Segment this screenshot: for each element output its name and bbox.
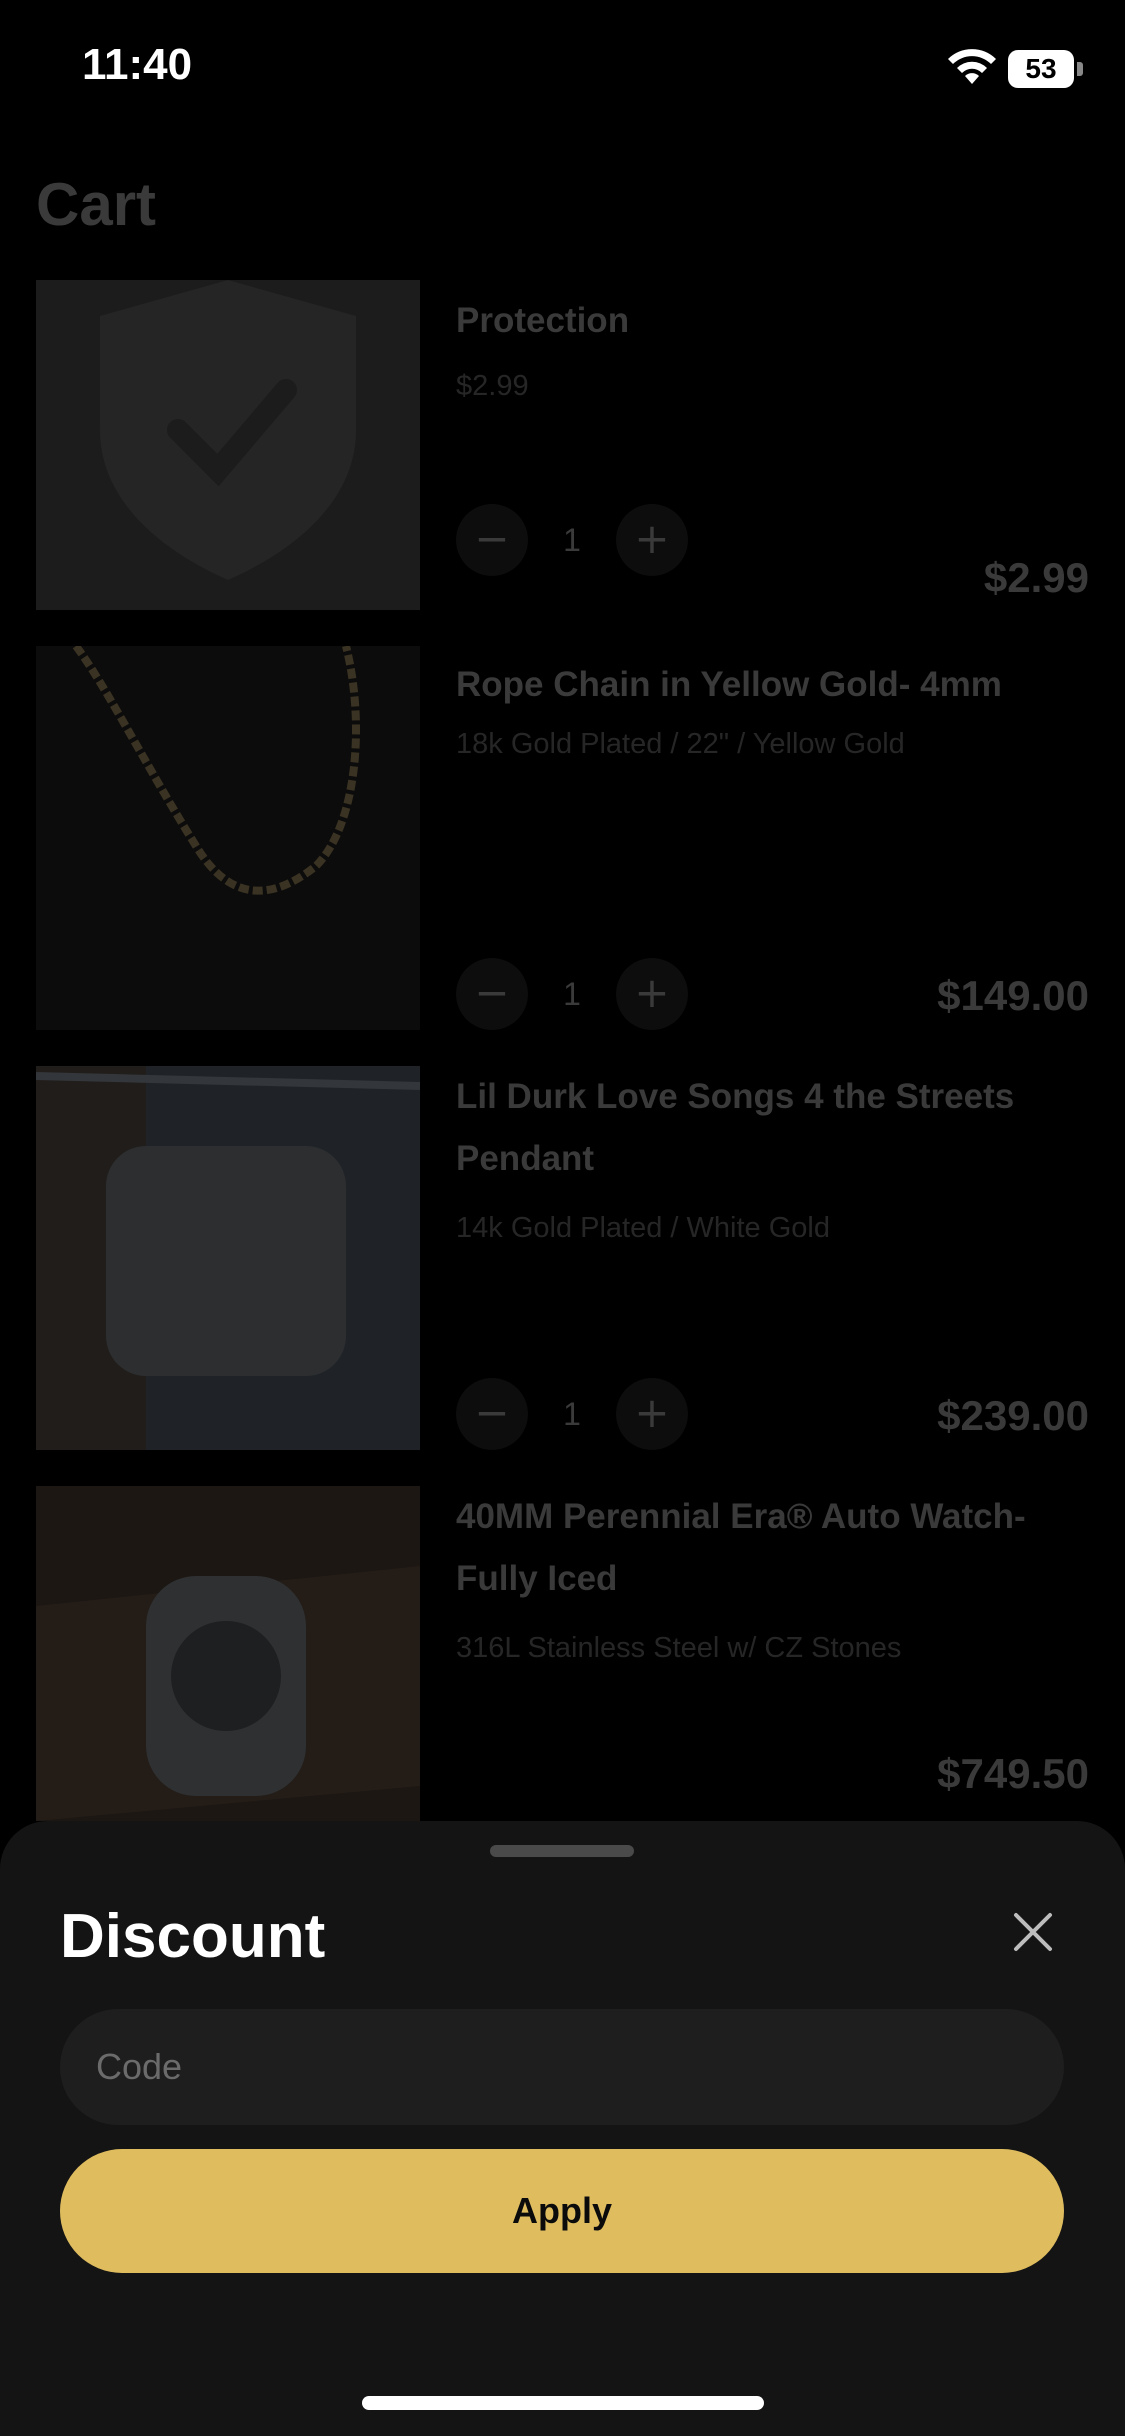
cart-item: Rope Chain in Yellow Gold- 4mm 18k Gold …	[36, 646, 1089, 1030]
sheet-grabber[interactable]	[490, 1845, 634, 1857]
item-variant: $2.99	[456, 370, 529, 402]
line-price: $149.00	[937, 972, 1089, 1019]
discount-code-input[interactable]	[60, 2009, 1064, 2125]
increase-quantity-button[interactable]: +	[616, 1378, 688, 1450]
battery-nub	[1077, 62, 1083, 76]
cart-item: 40MM Perennial Era® Auto Watch- Fully Ic…	[36, 1486, 1089, 1821]
cart-item: Protection $2.99 − 1 + $2.99	[36, 280, 1089, 664]
wifi-icon	[948, 49, 996, 84]
item-variant: 18k Gold Plated / 22" / Yellow Gold	[456, 728, 905, 760]
watch-photo[interactable]	[36, 1486, 420, 1821]
home-indicator[interactable]	[362, 2396, 764, 2410]
increase-quantity-button[interactable]: +	[616, 958, 688, 1030]
page-title: Cart	[36, 171, 157, 238]
shield-check-icon	[36, 280, 420, 610]
item-variant: 14k Gold Plated / White Gold	[456, 1212, 830, 1244]
quantity-stepper: − 1 +	[456, 958, 696, 1030]
item-variant: 316L Stainless Steel w/ CZ Stones	[456, 1632, 902, 1664]
sheet-title: Discount	[60, 1902, 326, 1971]
status-bar: 11:40 53	[0, 0, 1125, 140]
quantity-stepper: − 1 +	[456, 1378, 696, 1450]
quantity-value: 1	[563, 976, 581, 1012]
item-name[interactable]: Rope Chain in Yellow Gold- 4mm	[456, 654, 1116, 716]
item-name[interactable]: 40MM Perennial Era® Auto Watch- Fully Ic…	[456, 1486, 1116, 1610]
line-price: $2.99	[983, 554, 1089, 601]
decrease-quantity-button[interactable]: −	[456, 504, 528, 576]
item-name[interactable]: Protection	[456, 290, 1116, 352]
battery-icon: 53	[1008, 50, 1074, 88]
decrease-quantity-button[interactable]: −	[456, 1378, 528, 1450]
discount-sheet: Discount Apply	[0, 1821, 1125, 2436]
decrease-quantity-button[interactable]: −	[456, 958, 528, 1030]
apply-button[interactable]: Apply	[60, 2149, 1064, 2273]
item-name[interactable]: Lil Durk Love Songs 4 the Streets Pendan…	[456, 1066, 1116, 1190]
quantity-value: 1	[563, 522, 581, 558]
line-price: $749.50	[937, 1750, 1089, 1797]
pendant-photo[interactable]	[36, 1066, 420, 1450]
line-price: $239.00	[937, 1392, 1089, 1439]
cart-item: Lil Durk Love Songs 4 the Streets Pendan…	[36, 1066, 1089, 1450]
status-time: 11:40	[82, 40, 193, 89]
quantity-stepper: − 1 +	[456, 504, 696, 576]
increase-quantity-button[interactable]: +	[616, 504, 688, 576]
rope-chain-photo[interactable]	[36, 646, 420, 1030]
close-icon[interactable]	[1008, 1907, 1058, 1957]
quantity-value: 1	[563, 1396, 581, 1432]
